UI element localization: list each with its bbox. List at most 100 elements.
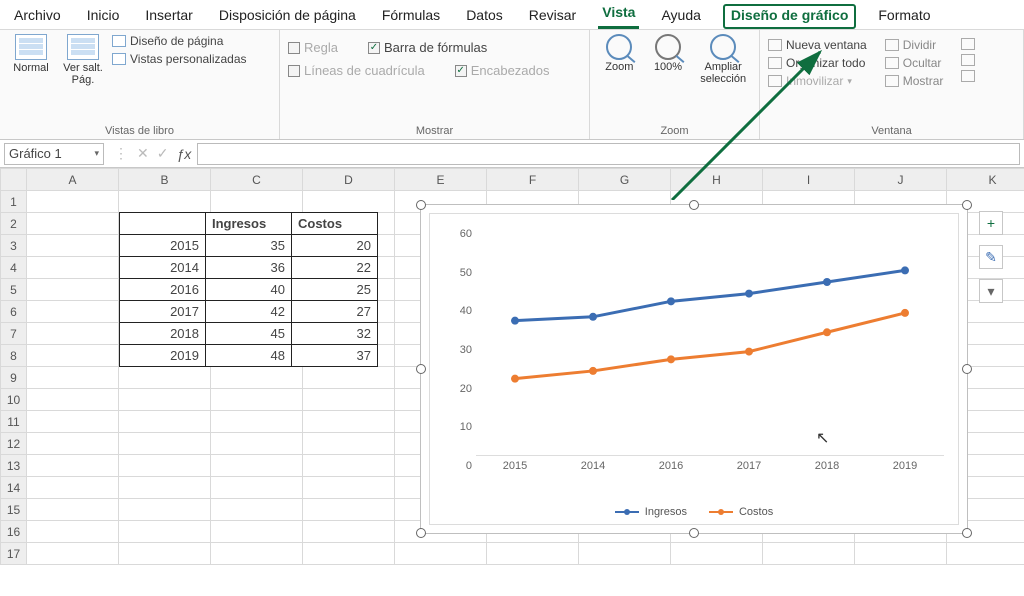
cell[interactable] bbox=[119, 477, 211, 499]
zoom-100-button[interactable]: 100% bbox=[647, 34, 690, 73]
table-cell[interactable]: 37 bbox=[292, 345, 378, 367]
toggle-formula-bar[interactable]: Barra de fórmulas bbox=[368, 40, 487, 55]
row-header[interactable]: 9 bbox=[1, 367, 27, 389]
show-button[interactable]: Mostrar bbox=[885, 74, 944, 88]
menu-item-formato[interactable]: Formato bbox=[874, 5, 934, 29]
table-cell[interactable]: 27 bbox=[292, 301, 378, 323]
legend-item[interactable]: Ingresos bbox=[615, 506, 687, 518]
cell[interactable] bbox=[119, 389, 211, 411]
cell[interactable] bbox=[119, 521, 211, 543]
row-header[interactable]: 3 bbox=[1, 235, 27, 257]
row-header[interactable]: 15 bbox=[1, 499, 27, 521]
column-header[interactable]: K bbox=[947, 169, 1024, 191]
cell[interactable] bbox=[27, 433, 119, 455]
cell[interactable] bbox=[303, 191, 395, 213]
table-cell[interactable]: 2018 bbox=[120, 323, 206, 345]
cell[interactable] bbox=[211, 543, 303, 565]
cell[interactable] bbox=[211, 455, 303, 477]
cell[interactable] bbox=[27, 257, 119, 279]
table-cell[interactable]: 36 bbox=[206, 257, 292, 279]
cell[interactable] bbox=[27, 301, 119, 323]
cell[interactable] bbox=[27, 323, 119, 345]
enter-icon[interactable]: ✓ bbox=[157, 145, 169, 162]
table-cell[interactable]: 45 bbox=[206, 323, 292, 345]
view-normal-button[interactable]: Normal bbox=[8, 34, 54, 74]
cell[interactable] bbox=[211, 389, 303, 411]
menu-item-frmulas[interactable]: Fórmulas bbox=[378, 5, 444, 29]
cell[interactable] bbox=[27, 235, 119, 257]
cell[interactable] bbox=[27, 345, 119, 367]
row-header[interactable]: 14 bbox=[1, 477, 27, 499]
cell[interactable] bbox=[119, 455, 211, 477]
cell[interactable] bbox=[303, 411, 395, 433]
row-header[interactable]: 17 bbox=[1, 543, 27, 565]
column-header[interactable]: F bbox=[487, 169, 579, 191]
zoom-button[interactable]: Zoom bbox=[598, 34, 641, 73]
cell[interactable] bbox=[671, 543, 763, 565]
row-header[interactable]: 4 bbox=[1, 257, 27, 279]
row-header[interactable]: 8 bbox=[1, 345, 27, 367]
zoom-selection-button[interactable]: Ampliar selección bbox=[695, 34, 751, 85]
cell[interactable] bbox=[395, 543, 487, 565]
hide-button[interactable]: Ocultar bbox=[885, 56, 944, 70]
table-cell[interactable]: 2019 bbox=[120, 345, 206, 367]
cell[interactable] bbox=[303, 455, 395, 477]
row-header[interactable]: 5 bbox=[1, 279, 27, 301]
cell[interactable] bbox=[27, 543, 119, 565]
column-header[interactable]: C bbox=[211, 169, 303, 191]
view-custom-button[interactable]: Vistas personalizadas bbox=[112, 52, 247, 66]
toggle-headings[interactable]: Encabezados bbox=[455, 63, 550, 78]
menu-item-diseodegrfico[interactable]: Diseño de gráfico bbox=[723, 4, 856, 29]
cell[interactable] bbox=[303, 367, 395, 389]
cell[interactable] bbox=[211, 433, 303, 455]
column-header[interactable]: J bbox=[855, 169, 947, 191]
cell[interactable] bbox=[211, 477, 303, 499]
cell[interactable] bbox=[211, 367, 303, 389]
view-pagebreak-button[interactable]: Ver salt. Pág. bbox=[60, 34, 106, 86]
row-header[interactable]: 1 bbox=[1, 191, 27, 213]
cell[interactable] bbox=[27, 367, 119, 389]
column-header[interactable]: I bbox=[763, 169, 855, 191]
table-cell[interactable]: 32 bbox=[292, 323, 378, 345]
table-cell[interactable]: 22 bbox=[292, 257, 378, 279]
worksheet-grid[interactable]: ABCDEFGHIJK 1234567891011121314151617 In… bbox=[0, 168, 1024, 596]
table-cell[interactable]: 2016 bbox=[120, 279, 206, 301]
table-cell[interactable]: 2014 bbox=[120, 257, 206, 279]
table-cell[interactable]: 20 bbox=[292, 235, 378, 257]
row-header[interactable]: 10 bbox=[1, 389, 27, 411]
table-cell[interactable]: 25 bbox=[292, 279, 378, 301]
menu-item-datos[interactable]: Datos bbox=[462, 5, 507, 29]
cell[interactable] bbox=[119, 433, 211, 455]
menu-item-ayuda[interactable]: Ayuda bbox=[657, 5, 704, 29]
column-header[interactable]: A bbox=[27, 169, 119, 191]
row-header[interactable]: 6 bbox=[1, 301, 27, 323]
cell[interactable] bbox=[579, 543, 671, 565]
cell[interactable] bbox=[303, 521, 395, 543]
legend-item[interactable]: Costos bbox=[709, 506, 773, 518]
toggle-ruler[interactable]: Regla bbox=[288, 40, 338, 55]
select-all-corner[interactable] bbox=[1, 169, 27, 191]
chart-legend[interactable]: Ingresos Costos bbox=[430, 506, 958, 518]
cell[interactable] bbox=[27, 455, 119, 477]
column-header[interactable]: G bbox=[579, 169, 671, 191]
cell[interactable] bbox=[27, 477, 119, 499]
chart-elements-button[interactable]: + bbox=[979, 211, 1003, 235]
row-header[interactable]: 16 bbox=[1, 521, 27, 543]
row-header[interactable]: 13 bbox=[1, 455, 27, 477]
menu-item-disposicindepgina[interactable]: Disposición de página bbox=[215, 5, 360, 29]
row-header[interactable]: 7 bbox=[1, 323, 27, 345]
cell[interactable] bbox=[763, 543, 855, 565]
cell[interactable] bbox=[303, 499, 395, 521]
cell[interactable] bbox=[119, 367, 211, 389]
cell[interactable] bbox=[303, 389, 395, 411]
table-cell[interactable]: 35 bbox=[206, 235, 292, 257]
row-header[interactable]: 2 bbox=[1, 213, 27, 235]
cell[interactable] bbox=[303, 433, 395, 455]
cell[interactable] bbox=[211, 191, 303, 213]
cell[interactable] bbox=[27, 411, 119, 433]
cell[interactable] bbox=[487, 543, 579, 565]
menu-item-revisar[interactable]: Revisar bbox=[525, 5, 580, 29]
column-header[interactable]: B bbox=[119, 169, 211, 191]
cell[interactable] bbox=[947, 543, 1024, 565]
chart-plot-area[interactable]: 0102030405060 201520142016201720182019 I… bbox=[429, 213, 959, 525]
